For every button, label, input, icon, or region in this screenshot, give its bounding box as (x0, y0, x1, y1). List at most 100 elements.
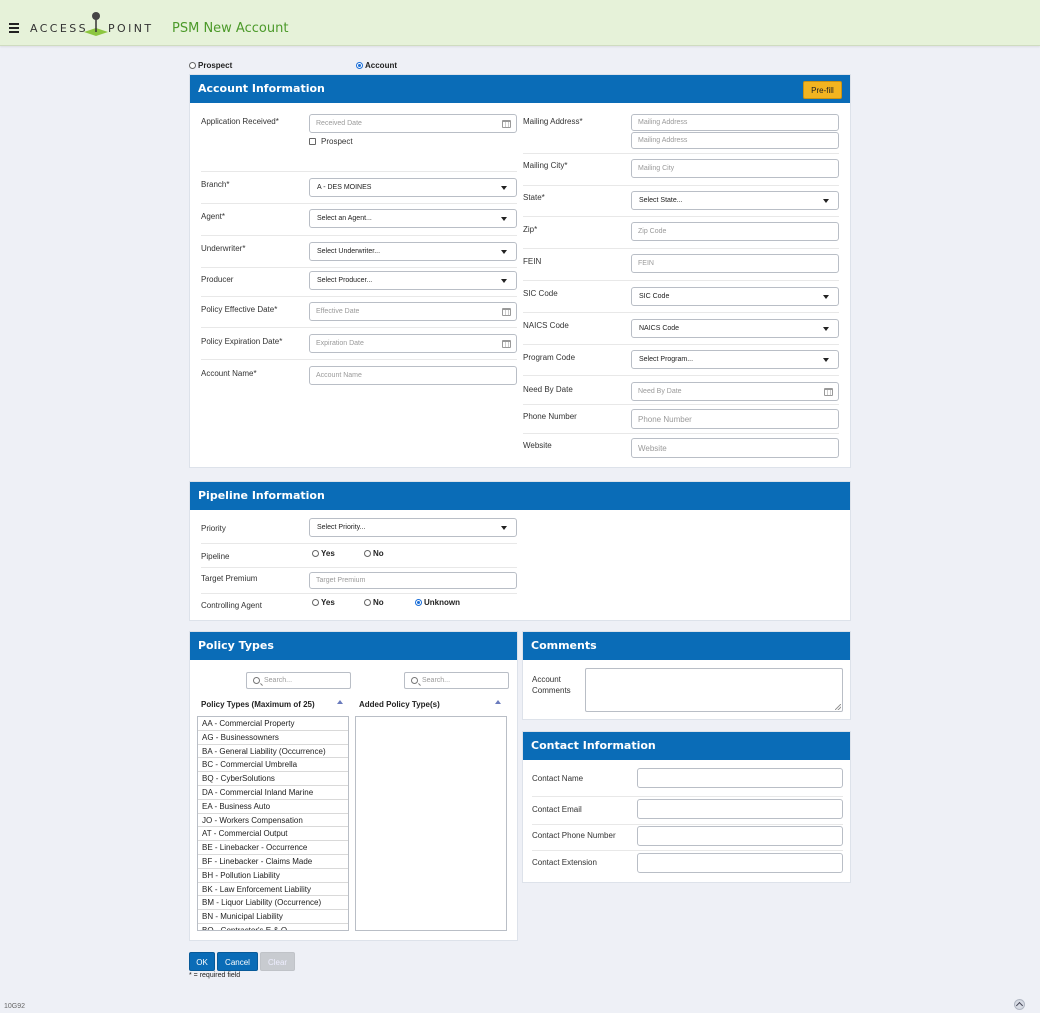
policy-type-item[interactable]: BN - Municipal Liability (198, 910, 348, 924)
divider (201, 593, 517, 594)
controlling-agent-no-radio[interactable] (364, 599, 371, 607)
pipeline-yes-label: Yes (321, 549, 335, 559)
fein-input[interactable]: FEIN (631, 254, 839, 273)
expiration-date-input[interactable]: Expiration Date (309, 334, 517, 353)
added-policy-types-list[interactable] (355, 716, 507, 931)
policy-type-item[interactable]: BM - Liquor Liability (Occurrence) (198, 896, 348, 911)
account-name-input[interactable]: Account Name (309, 366, 517, 385)
divider (523, 404, 839, 405)
state-value: Select State... (639, 197, 683, 204)
state-select[interactable]: Select State... (631, 191, 839, 210)
clear-button[interactable]: Clear (260, 952, 295, 971)
chevron-down-icon (501, 526, 507, 530)
prospect-checkbox[interactable] (309, 138, 316, 145)
chevron-down-icon (501, 250, 507, 254)
zip-input[interactable]: Zip Code (631, 222, 839, 241)
policy-type-item[interactable]: BH - Pollution Liability (198, 869, 348, 883)
added-types-search-input[interactable]: Search... (404, 672, 509, 689)
program-code-select[interactable]: Select Program... (631, 350, 839, 369)
pipeline-yes-option[interactable]: Yes (312, 549, 335, 558)
controlling-agent-yes-radio[interactable] (312, 599, 319, 607)
contact-name-input[interactable] (637, 768, 843, 788)
divider (201, 296, 517, 297)
calendar-icon[interactable] (502, 120, 511, 128)
phone-number-input[interactable]: Phone Number (631, 409, 839, 429)
zip-label: Zip* (523, 225, 538, 234)
agent-select[interactable]: Select an Agent... (309, 209, 517, 228)
pipeline-no-radio[interactable] (364, 550, 371, 558)
contact-phone-input[interactable] (637, 826, 843, 846)
divider (523, 153, 839, 154)
branch-value: A - DES MOINES (317, 184, 372, 191)
sort-asc-icon[interactable] (495, 700, 501, 704)
policy-types-search-input[interactable]: Search... (246, 672, 351, 689)
logo-text-right: POINT (108, 22, 154, 35)
controlling-agent-yes-option[interactable]: Yes (312, 598, 335, 607)
priority-select[interactable]: Select Priority... (309, 518, 517, 537)
naics-code-select[interactable]: NAICS Code (631, 319, 839, 338)
policy-type-item[interactable]: BA - General Liability (Occurrence) (198, 745, 348, 759)
account-radio[interactable] (356, 62, 363, 70)
policy-type-item[interactable]: JO - Workers Compensation (198, 814, 348, 828)
calendar-icon[interactable] (502, 340, 511, 348)
pipeline-information-header: Pipeline Information (190, 482, 850, 510)
effective-date-input[interactable]: Effective Date (309, 302, 517, 321)
received-date-input[interactable]: Received Date (309, 114, 517, 133)
prefill-button[interactable]: Pre-fill (803, 81, 842, 99)
contact-email-input[interactable] (637, 799, 843, 819)
controlling-agent-no-option[interactable]: No (364, 598, 384, 607)
sic-code-select[interactable]: SIC Code (631, 287, 839, 306)
policy-type-item[interactable]: BE - Linebacker - Occurrence (198, 841, 348, 855)
website-placeholder: Website (638, 444, 667, 453)
policy-type-item[interactable]: BQ - CyberSolutions (198, 772, 348, 786)
top-bar: ACCESS POINT PSM New Account (0, 0, 1040, 46)
calendar-icon[interactable] (502, 308, 511, 316)
contact-extension-input[interactable] (637, 853, 843, 873)
divider (523, 312, 839, 313)
mailing-city-input[interactable]: Mailing City (631, 159, 839, 178)
mailing-address-input[interactable]: Mailing Address (631, 114, 839, 131)
policy-type-item[interactable]: BC - Commercial Umbrella (198, 758, 348, 773)
policy-type-item[interactable]: BO - Contractor's E & O (198, 924, 348, 930)
scroll-to-top-icon[interactable] (1014, 999, 1025, 1010)
account-comments-textarea[interactable] (585, 668, 843, 712)
calendar-icon[interactable] (824, 388, 833, 396)
policy-type-item[interactable]: AT - Commercial Output (198, 827, 348, 842)
policy-type-item[interactable]: BF - Linebacker - Claims Made (198, 855, 348, 869)
menu-icon[interactable] (9, 23, 19, 35)
account-radio-option[interactable]: Account (356, 61, 397, 70)
mailing-address-2-placeholder: Mailing Address (638, 137, 688, 144)
available-types-header[interactable]: Policy Types (Maximum of 25) (201, 700, 315, 709)
website-input[interactable]: Website (631, 438, 839, 458)
comments-header: Comments (523, 632, 850, 660)
producer-select[interactable]: Select Producer... (309, 271, 517, 290)
pipeline-no-option[interactable]: No (364, 549, 384, 558)
cancel-button[interactable]: Cancel (217, 952, 258, 971)
ok-button[interactable]: OK (189, 952, 215, 971)
policy-type-item[interactable]: AA - Commercial Property (198, 717, 348, 731)
controlling-agent-unknown-option[interactable]: Unknown (415, 598, 460, 607)
divider (201, 203, 517, 204)
received-date-placeholder: Received Date (316, 120, 362, 127)
available-policy-types-list[interactable]: AA - Commercial Property AG - Businessown… (197, 716, 349, 931)
policy-type-item[interactable]: EA - Business Auto (198, 800, 348, 814)
underwriter-select[interactable]: Select Underwriter... (309, 242, 517, 261)
controlling-agent-unknown-radio[interactable] (415, 599, 422, 607)
policy-type-item[interactable]: BK - Law Enforcement Liability (198, 883, 348, 897)
mailing-address-2-input[interactable]: Mailing Address (631, 132, 839, 149)
contact-information-header: Contact Information (523, 732, 850, 760)
policy-type-item[interactable]: AG - Businessowners (198, 731, 348, 745)
branch-select[interactable]: A - DES MOINES (309, 178, 517, 197)
resize-handle-icon[interactable] (835, 704, 841, 710)
effective-date-placeholder: Effective Date (316, 308, 360, 315)
expiration-date-placeholder: Expiration Date (316, 340, 364, 347)
pipeline-yes-radio[interactable] (312, 550, 319, 558)
added-types-header[interactable]: Added Policy Type(s) (359, 700, 440, 709)
divider (201, 171, 517, 172)
target-premium-input[interactable]: Target Premium (309, 572, 517, 589)
policy-type-item[interactable]: DA - Commercial Inland Marine (198, 786, 348, 800)
need-by-date-input[interactable]: Need By Date (631, 382, 839, 401)
prospect-radio-option[interactable]: Prospect (189, 61, 232, 70)
prospect-radio[interactable] (189, 62, 196, 70)
sort-asc-icon[interactable] (337, 700, 343, 704)
